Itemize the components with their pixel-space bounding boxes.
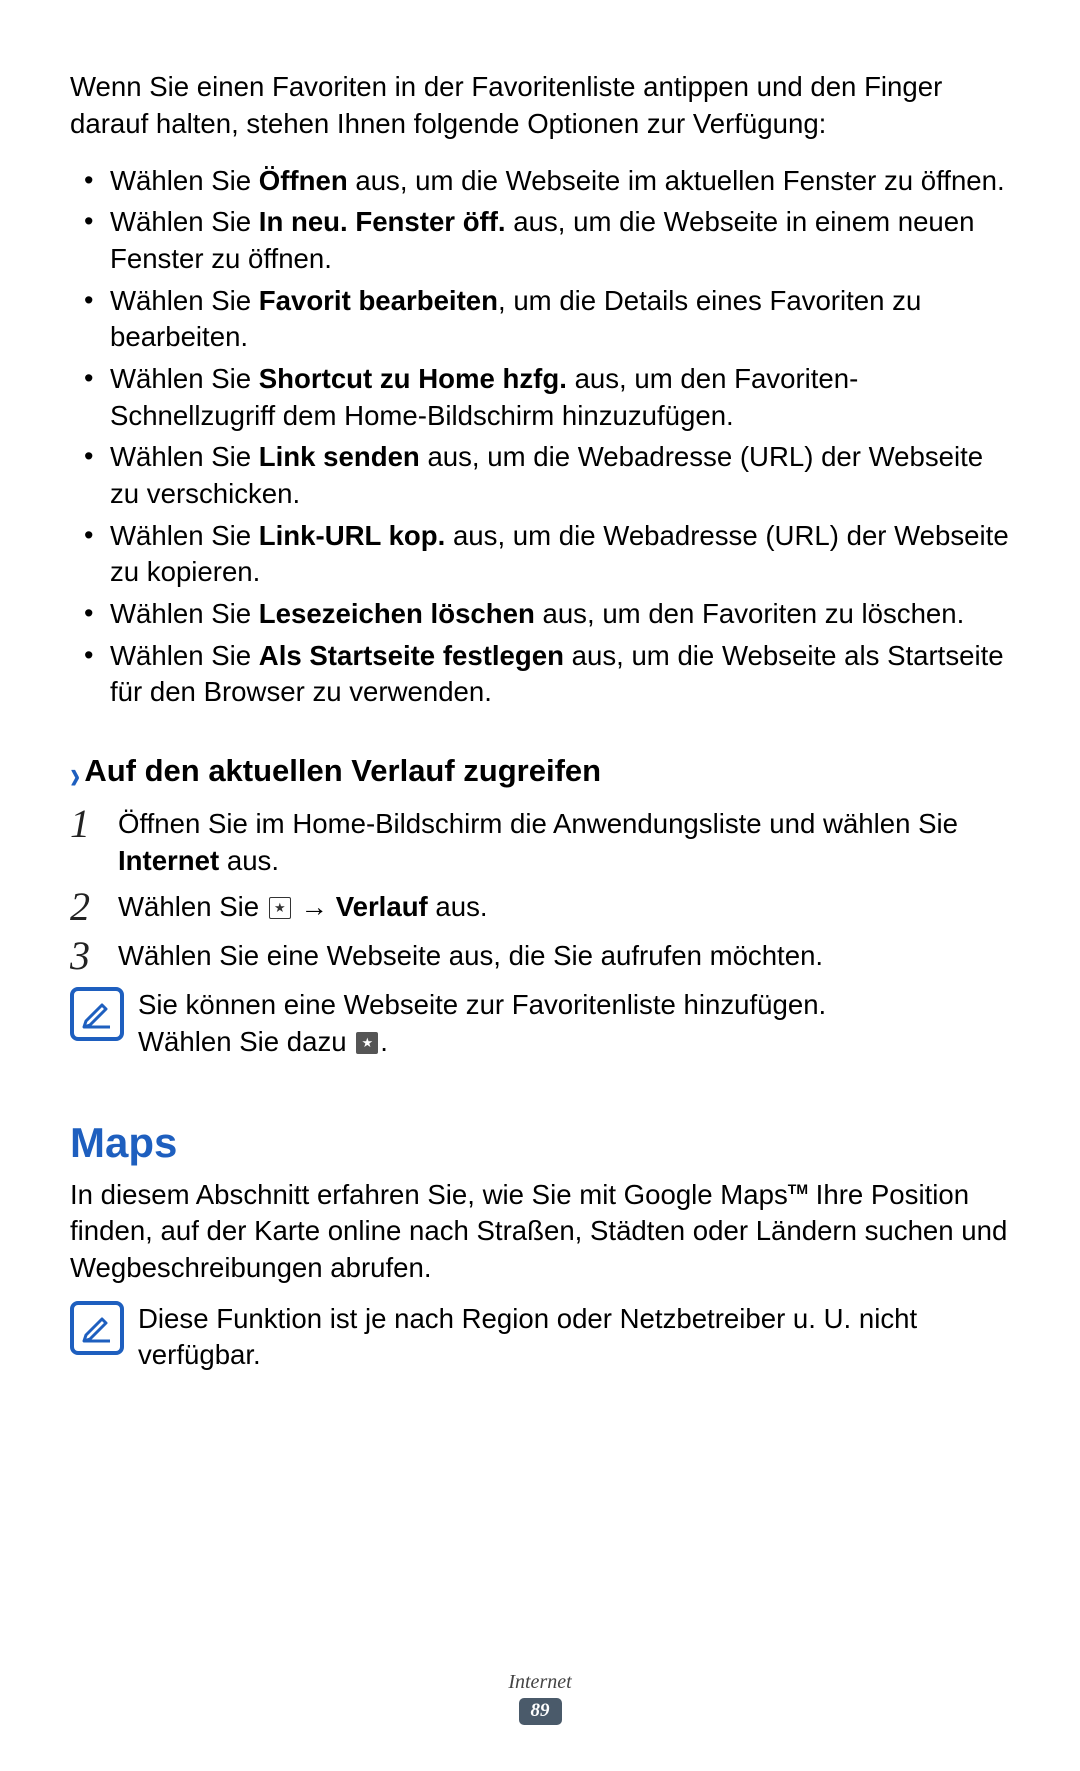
note-icon <box>70 1301 124 1355</box>
li-pre: Wählen Sie <box>110 165 259 196</box>
li-bold: Link-URL kop. <box>259 520 446 551</box>
note-text: Sie können eine Webseite zur Favoritenli… <box>138 987 1010 1060</box>
maps-intro: In diesem Abschnitt erfahren Sie, wie Si… <box>70 1177 1010 1287</box>
li-bold: In neu. Fenster öff. <box>259 206 506 237</box>
step-pre: Wählen Sie <box>118 891 267 922</box>
subheading: ›Auf den aktuellen Verlauf zugreifen <box>70 753 1010 795</box>
list-item: Wählen Sie In neu. Fenster öff. aus, um … <box>90 204 1010 277</box>
step-post: aus. <box>428 891 488 922</box>
step-item: 1 Öffnen Sie im Home-Bildschirm die Anwe… <box>70 803 1010 879</box>
step-bold: Internet <box>118 845 219 876</box>
footer-page-number: 89 <box>519 1698 562 1725</box>
list-item: Wählen Sie Link senden aus, um die Webad… <box>90 439 1010 512</box>
li-post: aus, um die Webseite im aktuellen Fenste… <box>348 165 1005 196</box>
section-title-maps: Maps <box>70 1119 1010 1167</box>
intro-paragraph: Wenn Sie einen Favoriten in der Favorite… <box>70 68 1010 143</box>
footer-category: Internet <box>0 1671 1080 1694</box>
note-block: Diese Funktion ist je nach Region oder N… <box>70 1301 1010 1374</box>
steps-list: 1 Öffnen Sie im Home-Bildschirm die Anwe… <box>70 803 1010 977</box>
list-item: Wählen Sie Als Startseite festlegen aus,… <box>90 638 1010 711</box>
step-number: 2 <box>70 886 118 928</box>
li-bold: Öffnen <box>259 165 348 196</box>
step-body: Öffnen Sie im Home-Bildschirm die Anwend… <box>118 803 1010 879</box>
options-list: Wählen Sie Öffnen aus, um die Webseite i… <box>70 163 1010 712</box>
li-bold: Link senden <box>259 441 420 472</box>
li-bold: Favorit bearbeiten <box>259 285 498 316</box>
page-footer: Internet 89 <box>0 1671 1080 1725</box>
trademark: TM <box>788 1180 808 1196</box>
step-bold: Verlauf <box>336 891 428 922</box>
chevron-icon: › <box>70 752 80 799</box>
li-pre: Wählen Sie <box>110 363 259 394</box>
li-bold: Lesezeichen löschen <box>259 598 535 629</box>
step-arrow: → <box>293 891 336 922</box>
li-pre: Wählen Sie <box>110 285 259 316</box>
step-body: Wählen Sie → Verlauf aus. <box>118 886 1010 926</box>
note-line1: Sie können eine Webseite zur Favoritenli… <box>138 989 826 1020</box>
manual-page: Wenn Sie einen Favoriten in der Favorite… <box>0 0 1080 1771</box>
note-icon <box>70 987 124 1041</box>
list-item: Wählen Sie Öffnen aus, um die Webseite i… <box>90 163 1010 200</box>
step-post: aus. <box>219 845 279 876</box>
step-number: 1 <box>70 803 118 845</box>
note-block: Sie können eine Webseite zur Favoritenli… <box>70 987 1010 1060</box>
step-item: 2 Wählen Sie → Verlauf aus. <box>70 886 1010 928</box>
step-item: 3 Wählen Sie eine Webseite aus, die Sie … <box>70 935 1010 977</box>
li-pre: Wählen Sie <box>110 520 259 551</box>
bookmark-icon <box>269 897 291 919</box>
li-bold: Shortcut zu Home hzfg. <box>259 363 567 394</box>
note-text: Diese Funktion ist je nach Region oder N… <box>138 1301 1010 1374</box>
note-line2a: Wählen Sie dazu <box>138 1026 354 1057</box>
list-item: Wählen Sie Link-URL kop. aus, um die Web… <box>90 518 1010 591</box>
li-pre: Wählen Sie <box>110 206 259 237</box>
note-line2b: . <box>380 1026 388 1057</box>
li-pre: Wählen Sie <box>110 598 259 629</box>
maps-intro-a: In diesem Abschnitt erfahren Sie, wie Si… <box>70 1179 788 1210</box>
list-item: Wählen Sie Favorit bearbeiten, um die De… <box>90 283 1010 356</box>
step-pre: Öffnen Sie im Home-Bildschirm die Anwend… <box>118 808 958 839</box>
star-icon <box>356 1032 378 1054</box>
list-item: Wählen Sie Lesezeichen löschen aus, um d… <box>90 596 1010 633</box>
list-item: Wählen Sie Shortcut zu Home hzfg. aus, u… <box>90 361 1010 434</box>
subheading-text: Auf den aktuellen Verlauf zugreifen <box>84 753 601 788</box>
li-pre: Wählen Sie <box>110 640 259 671</box>
step-body: Wählen Sie eine Webseite aus, die Sie au… <box>118 935 1010 975</box>
li-post: aus, um den Favoriten zu löschen. <box>535 598 964 629</box>
step-number: 3 <box>70 935 118 977</box>
li-pre: Wählen Sie <box>110 441 259 472</box>
li-bold: Als Startseite festlegen <box>259 640 564 671</box>
